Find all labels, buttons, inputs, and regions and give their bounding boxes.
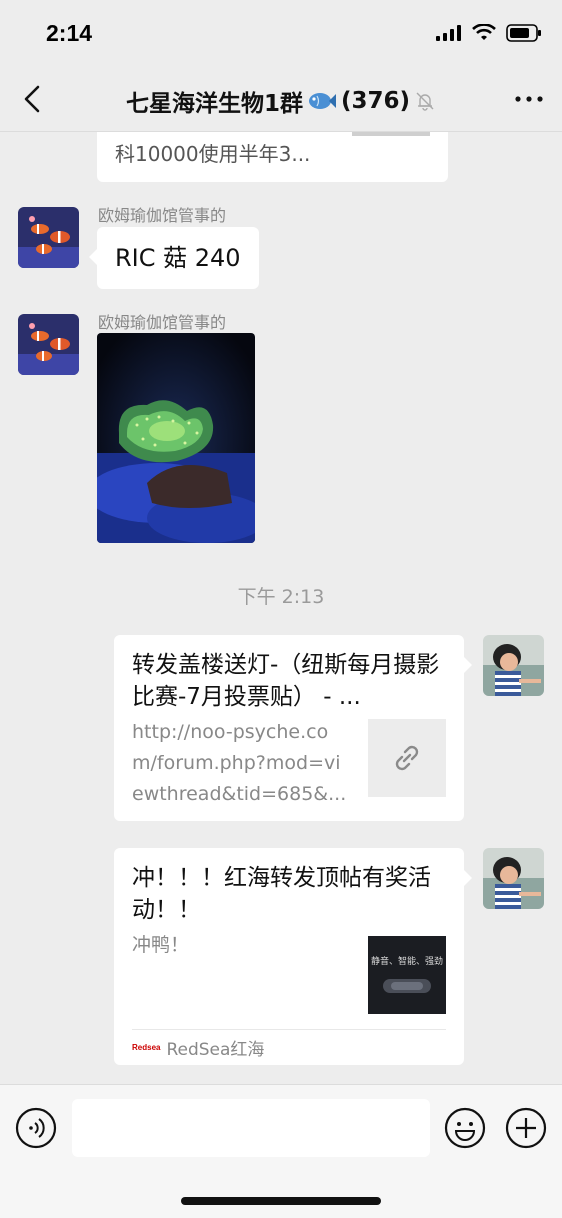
redsea-logo-icon: Redsea xyxy=(132,1043,161,1052)
previous-message-text: 科10000使用半年3... xyxy=(115,142,311,166)
avatar[interactable] xyxy=(18,314,79,375)
status-time: 2:14 xyxy=(46,20,93,46)
message-input[interactable] xyxy=(72,1099,430,1157)
message-list[interactable]: 科10000使用半年3... 欧姆瑜伽馆管事的 RIC 菇 240 欧姆瑜伽馆管… xyxy=(0,132,562,1084)
chat-header: 七星海洋生物1群 (376) xyxy=(0,66,562,132)
chat-title: 七星海洋生物1群 (376) xyxy=(0,84,562,118)
message-text: RIC 菇 240 xyxy=(115,244,241,272)
link-card-url: http://noo-psyche.com/forum.php?mod=view… xyxy=(132,721,347,805)
status-bar: 2:14 xyxy=(0,0,562,66)
battery-icon xyxy=(506,24,541,42)
article-card[interactable]: 冲！！！红海转发顶帖有奖活动！！ 冲鸭！ 静音、智能、强劲 Redsea Red… xyxy=(114,848,472,1065)
emoji-icon[interactable] xyxy=(444,1107,486,1149)
link-card-title: 转发盖楼送灯-（纽斯每月摄影比赛-7月投票贴） - ... xyxy=(132,652,440,710)
bell-off-icon xyxy=(416,92,434,111)
text-message-bubble[interactable]: RIC 菇 240 xyxy=(89,227,259,289)
article-card-desc: 冲鸭！ xyxy=(132,934,190,956)
plus-icon[interactable] xyxy=(505,1107,547,1149)
article-source: Redsea RedSea红海 xyxy=(132,1029,446,1065)
link-card[interactable]: 转发盖楼送灯-（纽斯每月摄影比赛-7月投票贴） - ... http://noo… xyxy=(114,635,472,821)
image-message[interactable] xyxy=(97,333,255,543)
article-thumbnail: 静音、智能、强劲 xyxy=(368,936,446,1014)
previous-message-bubble[interactable]: 科10000使用半年3... xyxy=(97,132,448,182)
sender-name: 欧姆瑜伽馆管事的 xyxy=(98,313,227,332)
more-dots-icon[interactable] xyxy=(512,86,546,112)
article-card-title: 冲！！！红海转发顶帖有奖活动！！ xyxy=(132,865,431,923)
fish-icon xyxy=(308,93,336,109)
signal-icon xyxy=(436,25,461,41)
group-name: 七星海洋生物1群 xyxy=(125,91,303,117)
my-avatar[interactable] xyxy=(483,635,544,696)
voice-icon[interactable] xyxy=(15,1107,57,1149)
message-timestamp: 下午 2:13 xyxy=(237,586,325,608)
link-icon xyxy=(395,745,419,771)
sender-name: 欧姆瑜伽馆管事的 xyxy=(98,206,227,225)
article-thumbnail-caption: 静音、智能、强劲 xyxy=(370,956,443,967)
my-avatar[interactable] xyxy=(483,848,544,909)
avatar[interactable] xyxy=(18,207,79,268)
home-indicator[interactable] xyxy=(181,1197,381,1205)
article-source-name: RedSea红海 xyxy=(166,1040,265,1060)
wifi-icon xyxy=(472,24,496,40)
previous-message-thumbnail[interactable] xyxy=(352,132,430,136)
member-count: (376) xyxy=(340,88,411,114)
status-icons xyxy=(436,24,542,42)
link-thumbnail xyxy=(368,719,446,797)
